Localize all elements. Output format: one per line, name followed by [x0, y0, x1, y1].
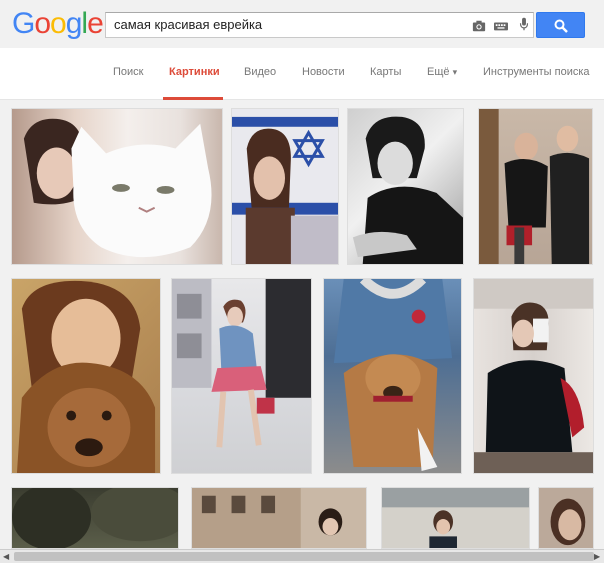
tab-more-label: Ещё — [427, 66, 450, 78]
microphone-icon[interactable] — [517, 17, 531, 31]
image-result[interactable] — [11, 487, 179, 549]
image-result[interactable] — [347, 108, 464, 265]
active-tab-indicator — [163, 97, 223, 100]
photo-girl-with-white-cat — [23, 118, 212, 258]
logo-letter: o — [50, 7, 67, 40]
photo-two-people — [479, 109, 590, 264]
image-result[interactable] — [231, 108, 339, 265]
image-result[interactable] — [11, 108, 223, 265]
chevron-down-icon: ▾ — [452, 67, 458, 77]
tab-news[interactable]: Новости — [302, 66, 345, 78]
scrollbar-thumb[interactable] — [14, 552, 594, 561]
image-result[interactable] — [538, 487, 594, 549]
tab-more[interactable]: Ещё ▾ — [427, 66, 457, 78]
search-tools-button[interactable]: Инструменты поиска — [483, 66, 590, 78]
logo-letter: o — [34, 7, 51, 40]
photo-building — [192, 488, 343, 548]
horizontal-scrollbar[interactable]: ◀ ▶ — [0, 549, 604, 563]
search-button[interactable] — [536, 12, 585, 38]
image-result[interactable] — [473, 278, 594, 474]
tab-search[interactable]: Поиск — [113, 66, 143, 78]
google-logo[interactable]: Google — [12, 7, 104, 40]
scroll-right-icon[interactable]: ▶ — [594, 552, 600, 561]
header: Google самая красивая еврейка — [0, 0, 604, 48]
image-result[interactable] — [191, 487, 367, 549]
search-query: самая красивая еврейка — [114, 17, 263, 32]
search-icon — [554, 19, 568, 33]
keyboard-icon[interactable] — [494, 19, 508, 33]
photo-dog-on-leash — [333, 279, 453, 472]
photo-trees — [12, 488, 178, 548]
photo-girl-outdoors — [382, 488, 529, 548]
scroll-left-icon[interactable]: ◀ — [3, 552, 9, 561]
image-result[interactable] — [323, 278, 462, 474]
photo-girl-black-and-white — [352, 116, 463, 264]
tab-images[interactable]: Картинки — [169, 66, 220, 78]
image-result[interactable] — [381, 487, 530, 549]
tab-video[interactable]: Видео — [244, 66, 276, 78]
camera-icon[interactable] — [472, 19, 486, 33]
photo-girl-on-street — [172, 279, 311, 448]
image-result[interactable] — [478, 108, 593, 265]
photo-mirror-selfie — [474, 279, 593, 473]
image-results-grid — [0, 101, 604, 549]
search-input[interactable]: самая красивая еврейка — [105, 12, 534, 38]
image-result[interactable] — [171, 278, 312, 474]
photo-girl-with-dog — [16, 280, 156, 473]
search-tabs-bar: Поиск Картинки Видео Новости Карты Ещё ▾… — [0, 48, 604, 100]
logo-letter: e — [87, 7, 104, 40]
image-result[interactable] — [11, 278, 161, 474]
photo-girl-with-israeli-flag — [232, 116, 338, 264]
photo-person — [550, 498, 586, 546]
logo-letter: g — [65, 7, 83, 40]
logo-letter: G — [12, 7, 35, 40]
tab-maps[interactable]: Карты — [370, 66, 401, 78]
